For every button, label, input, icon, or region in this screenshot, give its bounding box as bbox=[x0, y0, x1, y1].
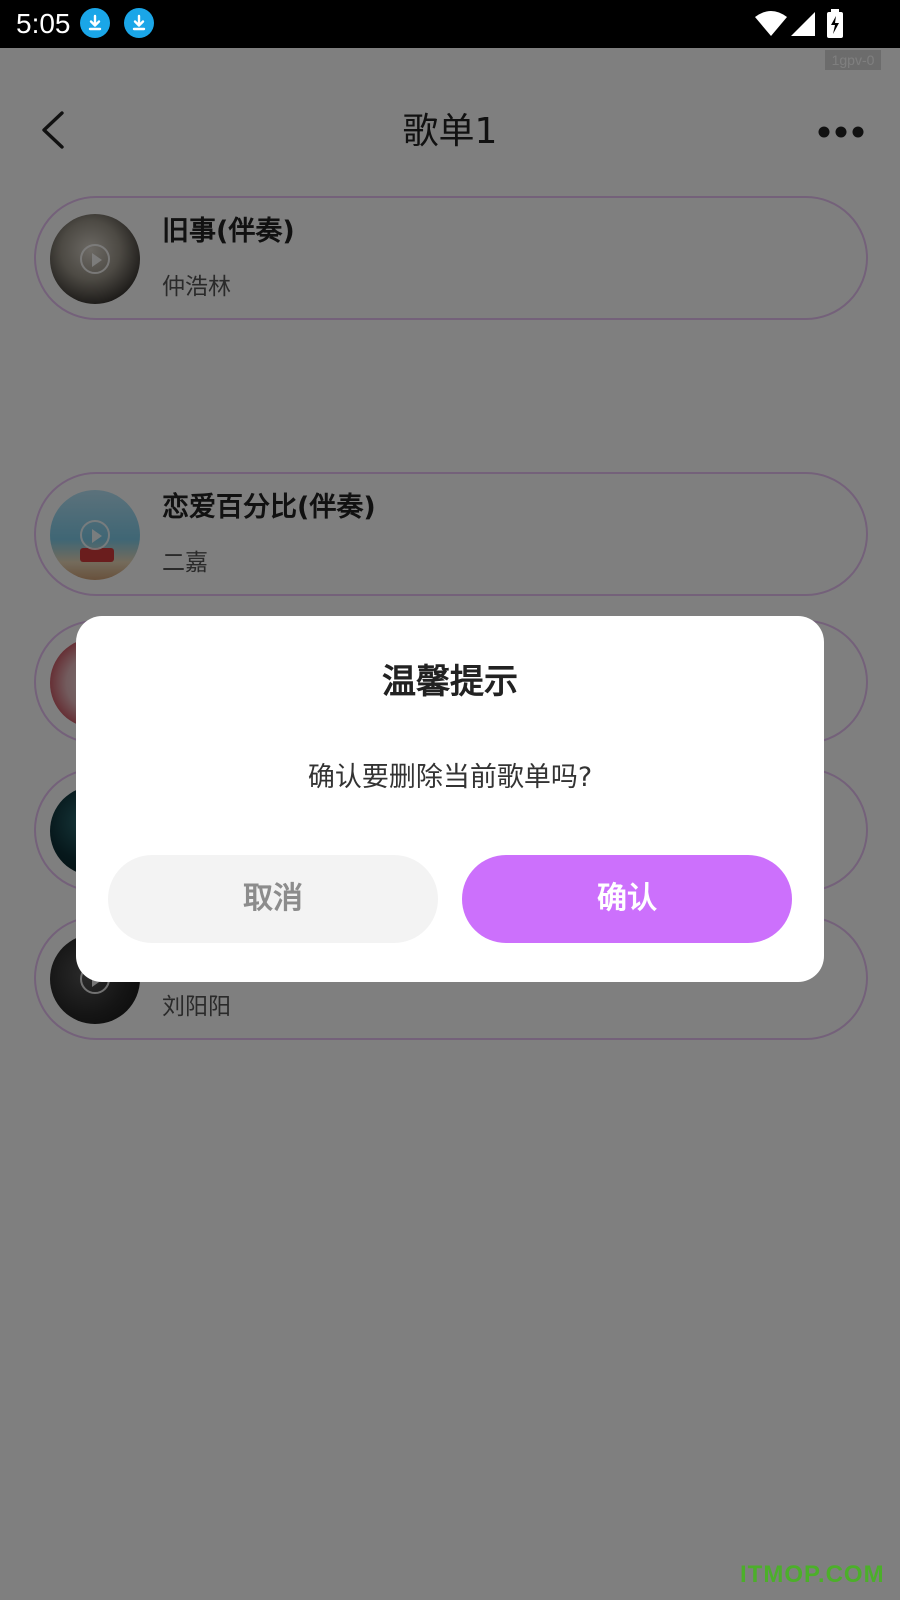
dialog-message: 确认要删除当前歌单吗? bbox=[307, 762, 593, 793]
status-bar: 5:05 bbox=[0, 0, 900, 48]
watermark: ITMOP.COM bbox=[740, 1561, 885, 1588]
confirm-dialog: 温馨提示 确认要删除当前歌单吗? 取消 确认 bbox=[76, 616, 824, 982]
confirm-button[interactable]: 确认 bbox=[462, 855, 792, 943]
download-icon bbox=[80, 8, 110, 38]
dialog-title: 温馨提示 bbox=[382, 662, 518, 702]
wifi-icon bbox=[754, 9, 788, 41]
signal-icon bbox=[790, 11, 816, 41]
battery-charging-icon bbox=[826, 9, 844, 43]
download-icon bbox=[124, 8, 154, 38]
cancel-button[interactable]: 取消 bbox=[108, 855, 438, 943]
status-time: 5:05 bbox=[16, 8, 71, 39]
